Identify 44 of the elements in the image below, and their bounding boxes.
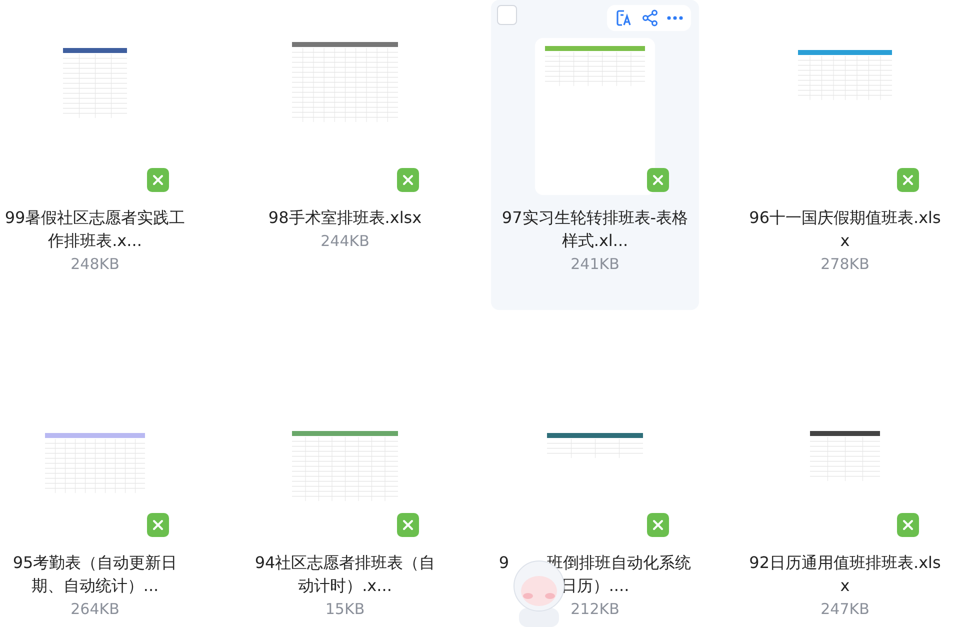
ai-document-button[interactable] xyxy=(615,9,633,27)
file-name: 动计时）.x... xyxy=(298,575,392,597)
file-card[interactable]: 92日历通用值班排班表.xls x 247KB xyxy=(741,345,949,627)
file-card[interactable]: 98手术室排班表.xlsx 244KB xyxy=(241,0,449,310)
file-size: 247KB xyxy=(820,599,870,620)
file-name: 期、自动统计）... xyxy=(31,575,159,597)
more-button[interactable] xyxy=(667,16,683,20)
file-size: 244KB xyxy=(320,231,370,252)
file-name: 9 xyxy=(498,552,510,574)
file-card[interactable]: 97实习生轮转排班表-表格 样式.xl... 241KB xyxy=(491,0,699,310)
file-name: 96十一国庆假期值班表.xls xyxy=(749,207,941,229)
file-name: x xyxy=(840,575,850,597)
file-card[interactable]: 99暑假社区志愿者实践工 作排班表.x... 248KB xyxy=(0,0,199,310)
file-name: 样式.xl... xyxy=(562,230,628,252)
ai-document-icon xyxy=(615,9,633,27)
spreadsheet-file-icon xyxy=(397,513,419,537)
file-name: 作排班表.x... xyxy=(48,230,142,252)
file-card[interactable]: 96十一国庆假期值班表.xls x 278KB xyxy=(741,0,949,310)
file-size: 212KB xyxy=(570,599,620,620)
file-size: 278KB xyxy=(820,254,870,275)
spreadsheet-file-icon xyxy=(147,513,169,537)
checkbox[interactable] xyxy=(497,5,517,25)
spreadsheet-file-icon xyxy=(647,168,669,192)
file-name: 92日历通用值班排班表.xls xyxy=(749,552,941,574)
file-name: 98手术室排班表.xlsx xyxy=(268,207,422,229)
spreadsheet-file-icon xyxy=(897,168,919,192)
file-name: 95考勤表（自动更新日 xyxy=(12,552,178,574)
file-name: x xyxy=(840,230,850,252)
share-icon xyxy=(641,9,659,27)
file-size: 264KB xyxy=(70,599,120,620)
spreadsheet-file-icon xyxy=(897,513,919,537)
spreadsheet-file-icon xyxy=(147,168,169,192)
file-size: 241KB xyxy=(570,254,620,275)
file-card[interactable]: 94社区志愿者排班表（自 动计时）.x... 15KB xyxy=(241,345,449,627)
file-card[interactable]: 95考勤表（自动更新日 期、自动统计）... 264KB xyxy=(0,345,199,627)
share-button[interactable] xyxy=(641,9,659,27)
file-name: 99暑假社区志愿者实践工 xyxy=(4,207,186,229)
file-name: 94社区志愿者排班表（自 xyxy=(254,552,436,574)
file-size: 15KB xyxy=(325,599,365,620)
spreadsheet-file-icon xyxy=(397,168,419,192)
spreadsheet-file-icon xyxy=(647,513,669,537)
more-icon xyxy=(667,16,683,20)
file-name: 97实习生轮转排班表-表格 xyxy=(502,207,688,229)
file-size: 248KB xyxy=(70,254,120,275)
